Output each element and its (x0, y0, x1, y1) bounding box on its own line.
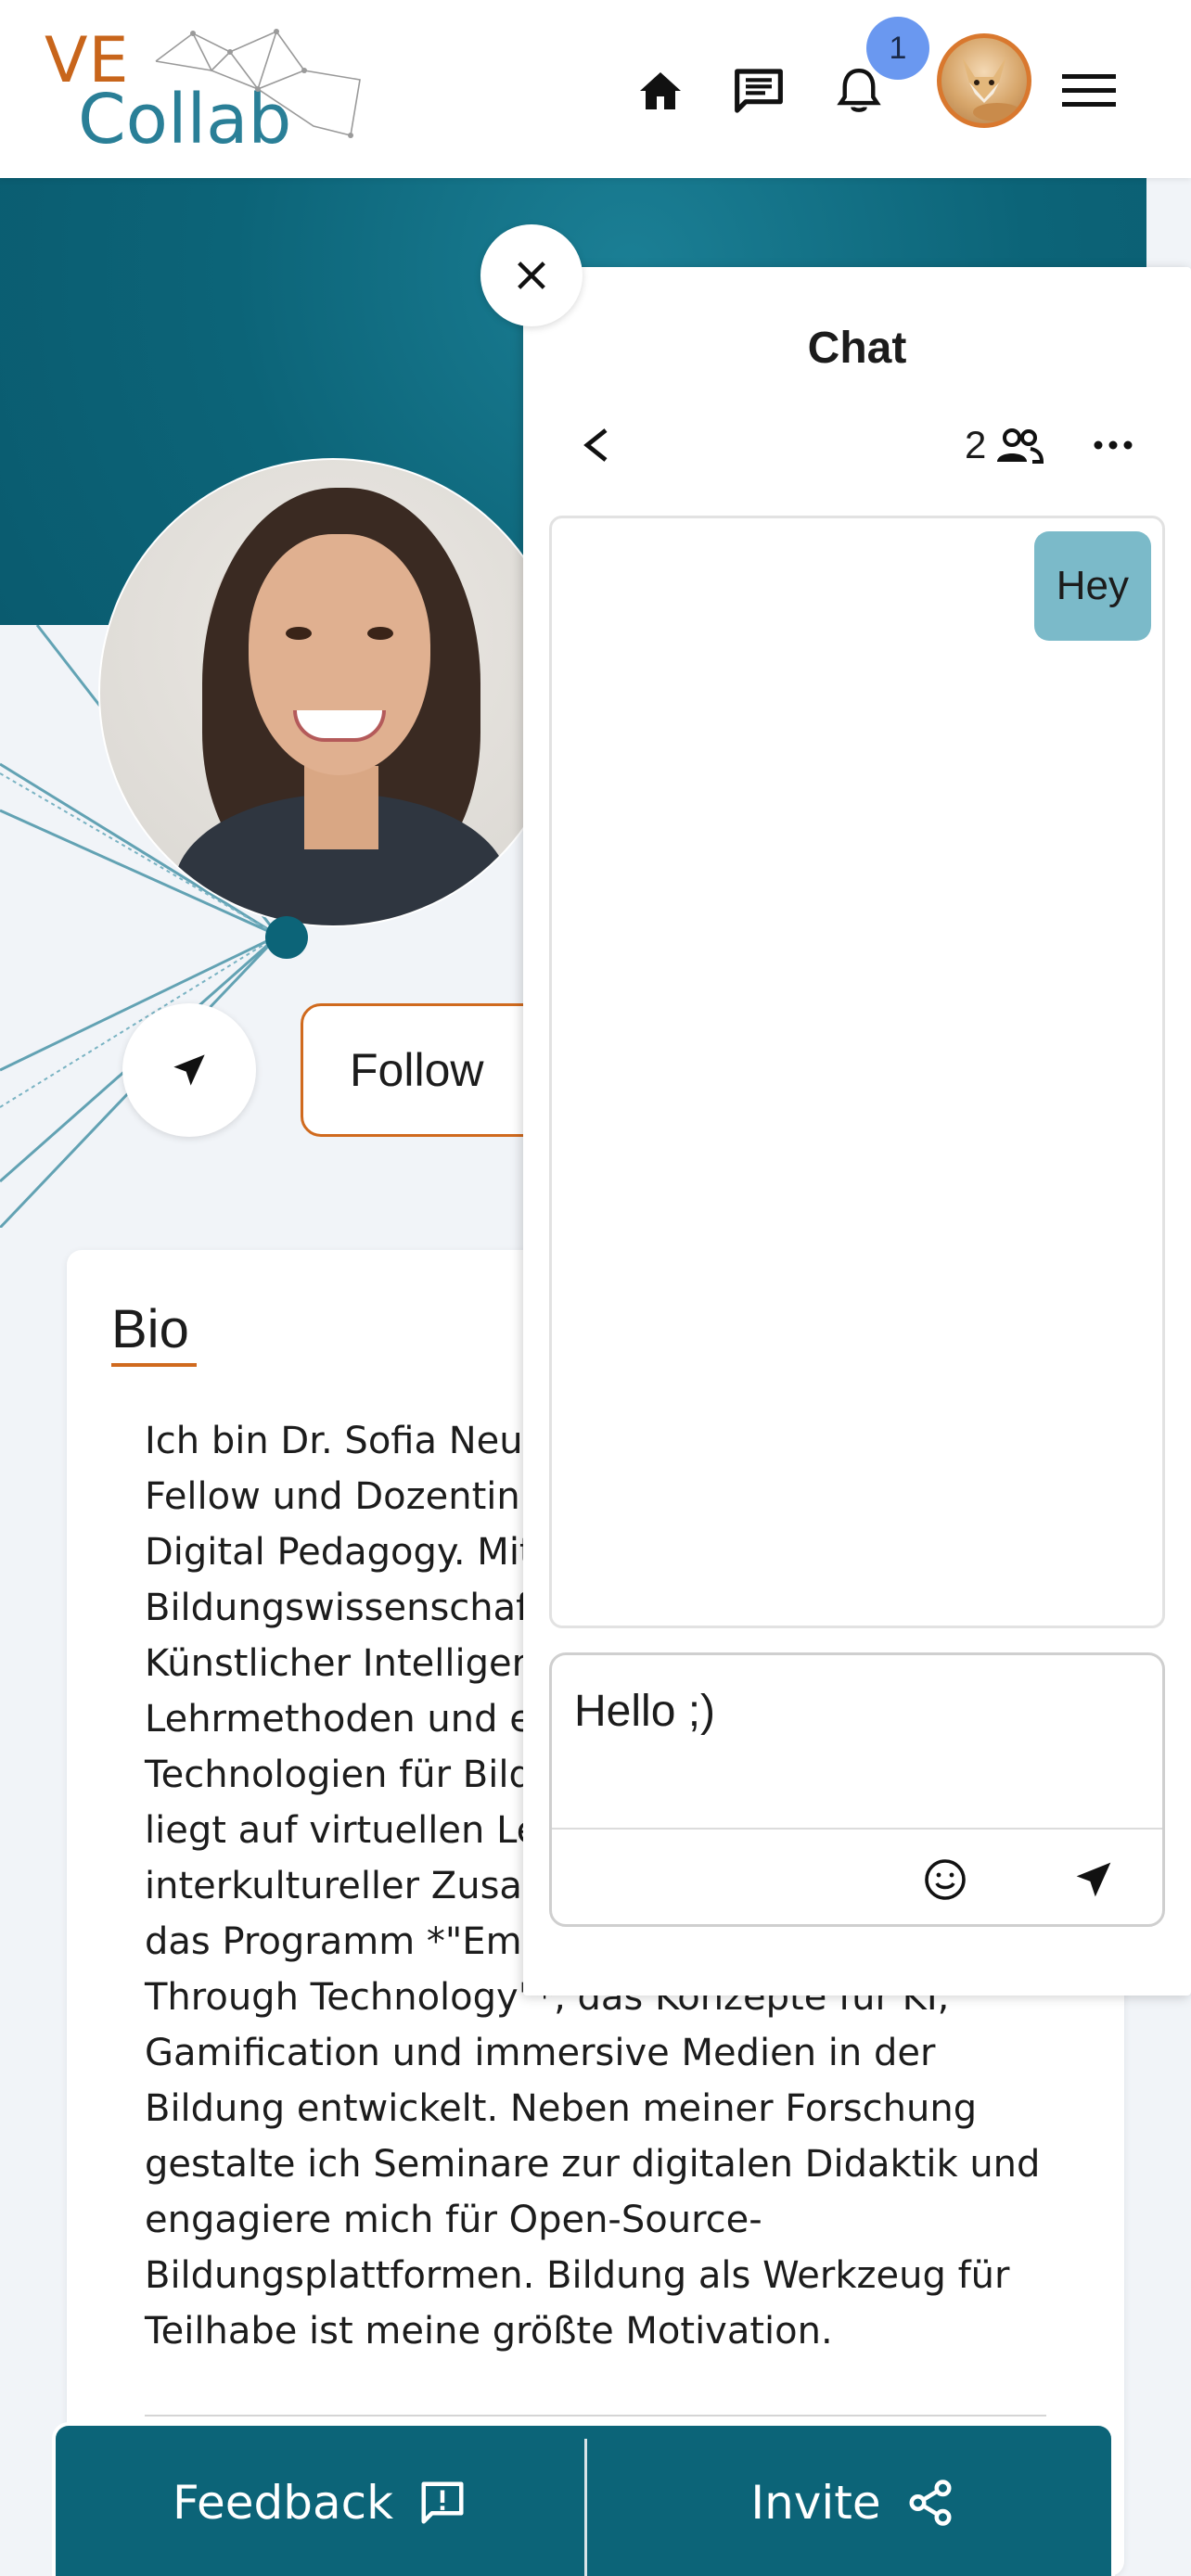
chat-members-button[interactable]: 2 (965, 417, 1044, 473)
user-avatar[interactable] (937, 33, 1031, 128)
chat-title: Chat (807, 324, 907, 373)
member-count: 2 (965, 423, 987, 466)
chat-composer (549, 1652, 1165, 1927)
feedback-label: Feedback (172, 2476, 394, 2530)
chat-panel: Chat 2 Hey (523, 267, 1191, 1996)
chat-message-bubble: Hey (1033, 531, 1151, 641)
send-message-button[interactable] (122, 1003, 256, 1137)
chat-message-list[interactable]: Hey (549, 516, 1165, 1628)
composer-divider (552, 1828, 1162, 1830)
send-icon (1076, 1862, 1111, 1897)
profile-photo (98, 458, 568, 927)
feedback-icon (421, 2481, 464, 2524)
bottom-action-bar: Feedback Invite (52, 2422, 1115, 2576)
bio-divider (145, 2415, 1046, 2417)
share-icon (909, 2480, 952, 2526)
people-icon (997, 428, 1044, 464)
chat-more-button[interactable] (1076, 417, 1150, 473)
invite-label: Invite (750, 2476, 881, 2530)
feedback-button[interactable]: Feedback (56, 2426, 584, 2576)
notification-badge: 1 (866, 17, 929, 80)
home-icon[interactable] (625, 56, 696, 126)
more-horizontal-icon (1094, 440, 1133, 450)
chat-message-input[interactable] (552, 1655, 1160, 1828)
chat-send-button[interactable] (1064, 1850, 1123, 1909)
follow-button[interactable]: Follow (301, 1003, 551, 1137)
smiley-icon (925, 1859, 966, 1900)
chat-back-button[interactable] (568, 417, 623, 473)
chat-icon[interactable] (724, 56, 794, 126)
fox-avatar-image (962, 57, 1021, 121)
close-chat-button[interactable] (480, 224, 583, 326)
chevron-left-icon (583, 428, 608, 462)
emoji-button[interactable] (916, 1850, 975, 1909)
network-node-dot (265, 916, 308, 959)
top-header: VE Collab 1 (0, 0, 1191, 178)
menu-icon[interactable] (1054, 56, 1124, 126)
logo-network-graphic (155, 29, 361, 138)
close-icon (518, 261, 545, 289)
vecollab-logo[interactable]: VE Collab (45, 24, 361, 159)
bio-title: Bio (111, 1299, 189, 1359)
invite-button[interactable]: Invite (587, 2426, 1119, 2576)
bio-title-underline (111, 1363, 197, 1367)
send-icon (173, 1054, 205, 1086)
